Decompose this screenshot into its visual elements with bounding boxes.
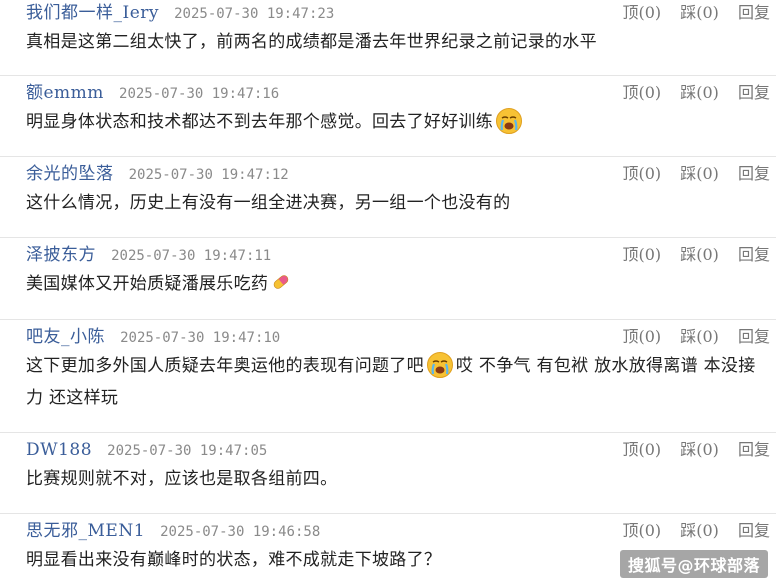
comment-meta: 思无邪_MEN1 2025-07-30 19:46:58 顶(0) 踩(0) 回… [26, 518, 776, 544]
comment-item: 额emmm 2025-07-30 19:47:16 顶(0) 踩(0) 回复 明… [0, 76, 776, 157]
disagree-button[interactable]: 踩(0) [680, 83, 719, 102]
disagree-button[interactable]: 踩(0) [680, 521, 719, 540]
agree-button[interactable]: 顶(0) [622, 440, 661, 459]
comment-actions: 顶(0) 踩(0) 回复 [608, 324, 770, 350]
disagree-button[interactable]: 踩(0) [680, 440, 719, 459]
comment-timestamp: 2025-07-30 19:47:05 [107, 443, 268, 459]
comment-text-body: 真相是这第二组太快了，前两名的成绩都是潘去年世界纪录之前记录的水平 [26, 32, 597, 52]
disagree-button[interactable]: 踩(0) [680, 164, 719, 183]
comment-text-body: 美国媒体又开始质疑潘展乐吃药 [26, 274, 269, 294]
agree-button[interactable]: 顶(0) [622, 245, 661, 264]
comment-text: 真相是这第二组太快了，前两名的成绩都是潘去年世界纪录之前记录的水平 [26, 26, 776, 58]
watermark: 搜狐号@环球部落 [619, 550, 768, 578]
comment-text-body: 比赛规则就不对，应该也是取各组前四。 [26, 469, 338, 489]
reply-button[interactable]: 回复 [738, 440, 770, 459]
comment-timestamp: 2025-07-30 19:47:10 [120, 330, 281, 346]
comment-list: 我们都一样_Iery 2025-07-30 19:47:23 顶(0) 踩(0)… [0, 0, 776, 584]
agree-button[interactable]: 顶(0) [622, 3, 661, 22]
agree-button[interactable]: 顶(0) [622, 164, 661, 183]
comment-timestamp: 2025-07-30 19:47:11 [111, 248, 272, 264]
agree-button[interactable]: 顶(0) [622, 83, 661, 102]
reply-button[interactable]: 回复 [738, 83, 770, 102]
comment-actions: 顶(0) 踩(0) 回复 [608, 0, 770, 26]
agree-button[interactable]: 顶(0) [622, 521, 661, 540]
crying-face-icon [426, 352, 453, 378]
comment-username[interactable]: 思无邪_MEN1 [26, 521, 145, 541]
comment-meta: 额emmm 2025-07-30 19:47:16 顶(0) 踩(0) 回复 [26, 80, 776, 106]
comment-actions: 顶(0) 踩(0) 回复 [608, 518, 770, 544]
comment-text-body: 明显看出来没有巅峰时的状态，难不成就走下坡路了？ [26, 550, 442, 570]
comment-text: 明显身体状态和技术都达不到去年那个感觉。回去了好好训练 [26, 106, 776, 138]
comment-actions: 顶(0) 踩(0) 回复 [608, 437, 770, 463]
comment-timestamp: 2025-07-30 19:47:12 [128, 167, 289, 183]
comment-text: 比赛规则就不对，应该也是取各组前四。 [26, 463, 776, 495]
comment-timestamp: 2025-07-30 19:47:16 [119, 86, 280, 102]
comment-username[interactable]: 余光的坠落 [26, 164, 114, 184]
comment-timestamp: 2025-07-30 19:47:23 [174, 6, 335, 22]
comment-text-body: 明显身体状态和技术都达不到去年那个感觉。回去了好好训练 [26, 112, 494, 132]
comment-text: 这什么情况，历史上有没有一组全进决赛，另一组一个也没有的 [26, 187, 776, 219]
comment-meta: 泽披东方 2025-07-30 19:47:11 顶(0) 踩(0) 回复 [26, 242, 776, 268]
comment-item: DW188 2025-07-30 19:47:05 顶(0) 踩(0) 回复 比… [0, 433, 776, 514]
comment-username[interactable]: 额emmm [26, 83, 104, 103]
comment-text: 这下更加多外国人质疑去年奥运他的表现有问题了吧 哎 不争气 有包袱 放水放得离谱… [26, 350, 776, 414]
comment-text: 美国媒体又开始质疑潘展乐吃药 [26, 268, 776, 300]
comment-username[interactable]: 泽披东方 [26, 245, 96, 265]
comment-item: 我们都一样_Iery 2025-07-30 19:47:23 顶(0) 踩(0)… [0, 0, 776, 76]
comment-actions: 顶(0) 踩(0) 回复 [608, 80, 770, 106]
comment-actions: 顶(0) 踩(0) 回复 [608, 161, 770, 187]
comment-item: 余光的坠落 2025-07-30 19:47:12 顶(0) 踩(0) 回复 这… [0, 157, 776, 238]
comment-username[interactable]: DW188 [26, 440, 92, 460]
disagree-button[interactable]: 踩(0) [680, 245, 719, 264]
comment-actions: 顶(0) 踩(0) 回复 [608, 242, 770, 268]
reply-button[interactable]: 回复 [738, 521, 770, 540]
agree-button[interactable]: 顶(0) [622, 327, 661, 346]
comment-meta: 吧友_小陈 2025-07-30 19:47:10 顶(0) 踩(0) 回复 [26, 324, 776, 350]
comment-meta: 我们都一样_Iery 2025-07-30 19:47:23 顶(0) 踩(0)… [26, 0, 776, 26]
comment-timestamp: 2025-07-30 19:46:58 [160, 524, 321, 540]
reply-button[interactable]: 回复 [738, 164, 770, 183]
comment-username[interactable]: 吧友_小陈 [26, 327, 105, 347]
comment-item: 泽披东方 2025-07-30 19:47:11 顶(0) 踩(0) 回复 美国… [0, 238, 776, 320]
comment-meta: 余光的坠落 2025-07-30 19:47:12 顶(0) 踩(0) 回复 [26, 161, 776, 187]
pill-icon [273, 275, 289, 289]
reply-button[interactable]: 回复 [738, 245, 770, 264]
crying-face-icon [496, 108, 523, 134]
comment-meta: DW188 2025-07-30 19:47:05 顶(0) 踩(0) 回复 [26, 437, 776, 463]
disagree-button[interactable]: 踩(0) [680, 3, 719, 22]
comment-text-body: 这什么情况，历史上有没有一组全进决赛，另一组一个也没有的 [26, 193, 511, 213]
reply-button[interactable]: 回复 [738, 327, 770, 346]
disagree-button[interactable]: 踩(0) [680, 327, 719, 346]
comment-username[interactable]: 我们都一样_Iery [26, 3, 159, 23]
comment-text-body: 这下更加多外国人质疑去年奥运他的表现有问题了吧 [26, 356, 424, 376]
reply-button[interactable]: 回复 [738, 3, 770, 22]
comment-item: 吧友_小陈 2025-07-30 19:47:10 顶(0) 踩(0) 回复 这… [0, 320, 776, 433]
